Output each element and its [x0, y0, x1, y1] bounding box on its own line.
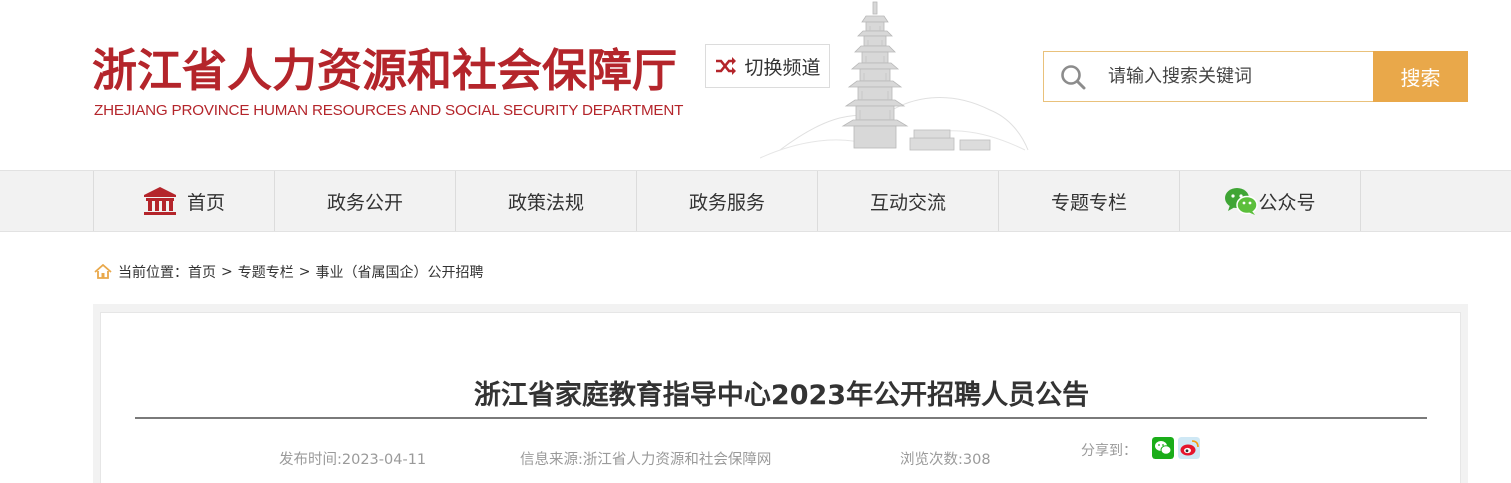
breadcrumb: 当前位置： 首页 > 专题专栏 > 事业（省属国企）公开招聘 — [94, 262, 483, 282]
home-building-icon — [143, 187, 176, 215]
nav-item-services[interactable]: 政务服务 — [637, 171, 818, 231]
article-container: 浙江省家庭教育指导中心2023年公开招聘人员公告 发布时间:2023-04-11… — [93, 304, 1468, 483]
search-box — [1043, 51, 1373, 102]
nav-label: 互动交流 — [869, 191, 946, 214]
nav-item-policies[interactable]: 政策法规 — [456, 171, 637, 231]
wechat-icon — [1225, 188, 1259, 215]
weibo-share-icon[interactable] — [1178, 437, 1200, 459]
publish-time: 发布时间:2023-04-11 — [279, 452, 427, 468]
breadcrumb-prefix: 当前位置： — [118, 265, 188, 281]
pagoda-illustration — [760, 1, 1029, 159]
shuffle-icon — [716, 57, 737, 75]
main-nav: 首页 政务公开 政策法规 政务服务 互动交流 专题专栏 公众号 — [0, 170, 1511, 232]
nav-label: 公众号 — [1258, 191, 1316, 214]
search-icon — [1061, 64, 1086, 89]
breadcrumb-link-public-recruitment[interactable]: 事业（省属国企）公开招聘 — [315, 262, 483, 282]
nav-label: 政务公开 — [326, 191, 403, 214]
site-header: 浙江省人力资源和社会保障厅 ZHEJIANG PROVINCE HUMAN RE… — [0, 0, 1511, 170]
article: 浙江省家庭教育指导中心2023年公开招聘人员公告 发布时间:2023-04-11… — [100, 312, 1461, 483]
site-logo-cn[interactable]: 浙江省人力资源和社会保障厅 — [92, 34, 677, 99]
info-source: 信息来源:浙江省人力资源和社会保障网 — [520, 452, 772, 468]
share-label: 分享到： — [1081, 443, 1137, 459]
search-input[interactable] — [1108, 66, 1358, 87]
nav-item-official-account[interactable]: 公众号 — [1180, 171, 1361, 231]
site-logo-en: ZHEJIANG PROVINCE HUMAN RESOURCES AND SO… — [94, 102, 684, 119]
title-divider — [135, 417, 1427, 419]
search-button[interactable]: 搜索 — [1373, 51, 1468, 102]
nav-label: 专题专栏 — [1050, 191, 1127, 214]
nav-item-home[interactable]: 首页 — [94, 171, 275, 231]
home-icon — [94, 264, 112, 279]
article-title: 浙江省家庭教育指导中心2023年公开招聘人员公告 — [473, 380, 1090, 411]
breadcrumb-link-home[interactable]: 首页 — [188, 262, 216, 282]
nav-label: 政务服务 — [688, 191, 765, 214]
breadcrumb-separator: > — [298, 264, 311, 280]
nav-label: 首页 — [186, 191, 225, 214]
view-count: 浏览次数:308 — [900, 452, 991, 468]
breadcrumb-link-special-topics[interactable]: 专题专栏 — [238, 262, 294, 282]
wechat-share-icon[interactable] — [1152, 437, 1174, 459]
nav-label: 政策法规 — [507, 191, 584, 214]
nav-item-interaction[interactable]: 互动交流 — [818, 171, 999, 231]
nav-item-special-topics[interactable]: 专题专栏 — [999, 171, 1180, 231]
breadcrumb-separator: > — [221, 264, 233, 280]
nav-item-government-affairs[interactable]: 政务公开 — [275, 171, 456, 231]
